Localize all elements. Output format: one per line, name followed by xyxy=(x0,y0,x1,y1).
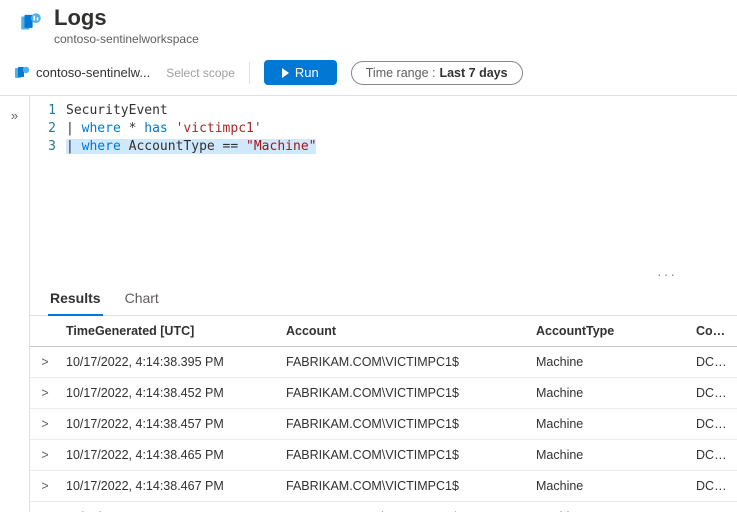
side-panel-collapsed: » xyxy=(0,96,30,512)
cell-account: FABRIKAM.COM\VICTIMPC1$ xyxy=(280,347,530,378)
cell-account: FABRIKAM.COM\VICTIMPC1$ xyxy=(280,502,530,512)
play-icon xyxy=(282,68,289,78)
results-table: TimeGenerated [UTC] Account AccountType … xyxy=(30,316,737,512)
expand-row-icon[interactable]: > xyxy=(30,471,60,502)
expand-row-icon[interactable]: > xyxy=(30,378,60,409)
cell-time: 10/17/2022, 4:14:38.395 PM xyxy=(60,347,280,378)
table-row[interactable]: >10/17/2022, 4:14:38.465 PMFABRIKAM.COM\… xyxy=(30,440,737,471)
table-row[interactable]: >10/17/2022, 4:14:38.470 PMFABRIKAM.COM\… xyxy=(30,502,737,512)
cell-computer: DC1.fabrikam xyxy=(690,347,737,378)
tab-chart[interactable]: Chart xyxy=(123,282,161,315)
cell-time: 10/17/2022, 4:14:38.452 PM xyxy=(60,378,280,409)
cell-type: Machine xyxy=(530,409,690,440)
scope-picker[interactable]: contoso-sentinelw... xyxy=(14,65,150,81)
time-range-value: Last 7 days xyxy=(439,66,507,80)
col-expand xyxy=(30,316,60,347)
page-subtitle: contoso-sentinelworkspace xyxy=(54,32,199,46)
more-menu-icon[interactable]: ··· xyxy=(30,266,737,282)
cell-computer: DC1.fabrikam xyxy=(690,378,737,409)
cell-type: Machine xyxy=(530,471,690,502)
run-button-label: Run xyxy=(295,65,319,80)
query-toolbar: contoso-sentinelw... Select scope Run Ti… xyxy=(0,54,737,96)
editor-code[interactable]: SecurityEvent| where * has 'victimpc1'| … xyxy=(66,102,316,266)
cell-account: FABRIKAM.COM\VICTIMPC1$ xyxy=(280,378,530,409)
run-button[interactable]: Run xyxy=(264,60,337,85)
editor-gutter: 123 xyxy=(30,102,66,266)
cell-time: 10/17/2022, 4:14:38.465 PM xyxy=(60,440,280,471)
cell-computer: DC1.fabrikam xyxy=(690,502,737,512)
col-accounttype[interactable]: AccountType xyxy=(530,316,690,347)
col-computer[interactable]: Computer xyxy=(690,316,737,347)
table-row[interactable]: >10/17/2022, 4:14:38.452 PMFABRIKAM.COM\… xyxy=(30,378,737,409)
table-row[interactable]: >10/17/2022, 4:14:38.457 PMFABRIKAM.COM\… xyxy=(30,409,737,440)
page-header: Logs contoso-sentinelworkspace xyxy=(0,0,737,54)
table-header-row: TimeGenerated [UTC] Account AccountType … xyxy=(30,316,737,347)
toolbar-divider xyxy=(249,62,250,84)
tab-results[interactable]: Results xyxy=(48,282,103,315)
query-editor[interactable]: 123 SecurityEvent| where * has 'victimpc… xyxy=(30,96,737,266)
cell-time: 10/17/2022, 4:14:38.457 PM xyxy=(60,409,280,440)
table-row[interactable]: >10/17/2022, 4:14:38.395 PMFABRIKAM.COM\… xyxy=(30,347,737,378)
results-table-wrap: TimeGenerated [UTC] Account AccountType … xyxy=(30,316,737,512)
cell-account: FABRIKAM.COM\VICTIMPC1$ xyxy=(280,440,530,471)
cell-time: 10/17/2022, 4:14:38.467 PM xyxy=(60,471,280,502)
expand-row-icon[interactable]: > xyxy=(30,347,60,378)
expand-panel-icon[interactable]: » xyxy=(11,108,18,123)
cell-type: Machine xyxy=(530,440,690,471)
col-timegenerated[interactable]: TimeGenerated [UTC] xyxy=(60,316,280,347)
cell-computer: DC1.fabrikam xyxy=(690,440,737,471)
expand-row-icon[interactable]: > xyxy=(30,502,60,512)
expand-row-icon[interactable]: > xyxy=(30,409,60,440)
cell-computer: DC1.fabrikam xyxy=(690,409,737,440)
cell-account: FABRIKAM.COM\VICTIMPC1$ xyxy=(280,471,530,502)
results-tabs: Results Chart xyxy=(30,282,737,316)
time-range-picker[interactable]: Time range : Last 7 days xyxy=(351,61,523,85)
page-title: Logs xyxy=(54,6,199,30)
select-scope-link[interactable]: Select scope xyxy=(166,66,235,80)
scope-name: contoso-sentinelw... xyxy=(36,65,150,80)
col-account[interactable]: Account xyxy=(280,316,530,347)
workspace-icon xyxy=(14,65,30,81)
cell-account: FABRIKAM.COM\VICTIMPC1$ xyxy=(280,409,530,440)
logs-icon xyxy=(18,10,44,36)
expand-row-icon[interactable]: > xyxy=(30,440,60,471)
time-range-label: Time range : xyxy=(366,66,436,80)
cell-time: 10/17/2022, 4:14:38.470 PM xyxy=(60,502,280,512)
cell-computer: DC1.fabrikam xyxy=(690,471,737,502)
table-row[interactable]: >10/17/2022, 4:14:38.467 PMFABRIKAM.COM\… xyxy=(30,471,737,502)
cell-type: Machine xyxy=(530,347,690,378)
cell-type: Machine xyxy=(530,502,690,512)
cell-type: Machine xyxy=(530,378,690,409)
